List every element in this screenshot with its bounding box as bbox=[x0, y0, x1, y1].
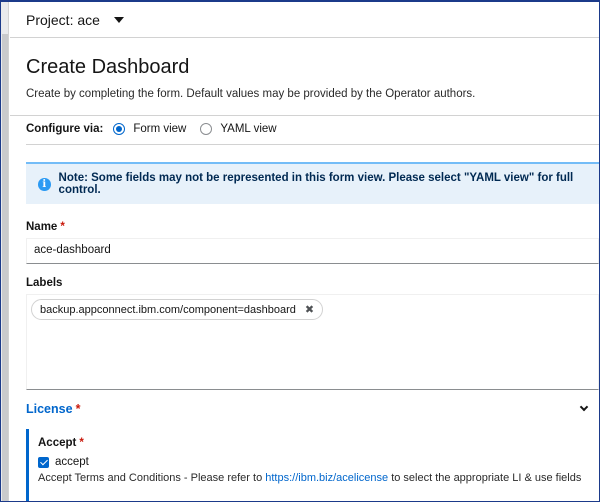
main-content: Project: ace Create Dashboard Create by … bbox=[10, 2, 599, 501]
info-icon: i bbox=[38, 177, 51, 191]
license-section: License * Accept * accept Accept Terms and… bbox=[26, 402, 599, 501]
configure-via-group: Configure via: Form view YAML view bbox=[26, 123, 291, 135]
alert-text: Note: Some fields may not be represented… bbox=[58, 172, 574, 196]
label-chip: backup.appconnect.ibm.com/component=dash… bbox=[31, 299, 324, 320]
license-toggle[interactable]: License * bbox=[26, 402, 599, 416]
license-title-text[interactable]: License bbox=[26, 402, 73, 416]
name-input[interactable]: ace-dashboard bbox=[26, 238, 599, 264]
required-mark: * bbox=[75, 402, 81, 416]
labels-field-label: Labels bbox=[26, 277, 63, 289]
name-field-label: Name * bbox=[26, 221, 65, 233]
radio-yaml-view[interactable]: YAML view bbox=[200, 123, 277, 135]
license-link[interactable]: https://ibm.biz/acelicense bbox=[265, 472, 388, 484]
divider bbox=[10, 115, 599, 116]
radio-yaml-view-label[interactable]: YAML view bbox=[220, 123, 276, 135]
license-helper-text: Accept Terms and Conditions - Please ref… bbox=[38, 472, 599, 484]
accept-label: Accept * bbox=[38, 437, 599, 449]
project-label: Project: ace bbox=[26, 11, 100, 28]
license-title[interactable]: License * bbox=[26, 402, 80, 416]
chevron-down-icon[interactable] bbox=[579, 402, 589, 412]
window-frame: Project: ace Create Dashboard Create by … bbox=[0, 0, 600, 502]
helper-prefix: Accept Terms and Conditions - Please ref… bbox=[38, 472, 266, 484]
license-body: Accept * accept Accept Terms and Conditio… bbox=[26, 429, 599, 501]
name-label-text: Name bbox=[26, 221, 58, 233]
caret-down-icon[interactable] bbox=[113, 16, 124, 23]
checkbox-checked-icon[interactable] bbox=[38, 456, 49, 468]
info-alert: i Note: Some fields may not be represent… bbox=[26, 162, 599, 204]
label-chip-text: backup.appconnect.ibm.com/component=dash… bbox=[40, 303, 296, 316]
configure-via-label: Configure via: bbox=[26, 123, 104, 135]
radio-unselected-icon[interactable] bbox=[200, 123, 213, 135]
page-title: Create Dashboard bbox=[26, 56, 190, 78]
accept-checkbox-label[interactable]: accept bbox=[55, 456, 89, 468]
accept-checkbox-row[interactable]: accept bbox=[38, 456, 599, 468]
close-icon[interactable]: ✖ bbox=[305, 303, 314, 316]
accept-label-text: Accept bbox=[38, 437, 77, 449]
divider bbox=[26, 144, 599, 145]
required-mark: * bbox=[79, 437, 84, 449]
page-description: Create by completing the form. Default v… bbox=[26, 88, 476, 100]
radio-form-view[interactable]: Form view bbox=[113, 123, 186, 135]
radio-selected-icon[interactable] bbox=[113, 123, 126, 135]
radio-form-view-label[interactable]: Form view bbox=[133, 123, 186, 135]
project-selector[interactable]: Project: ace bbox=[10, 2, 599, 38]
required-mark: * bbox=[60, 221, 65, 233]
page-header: Create Dashboard Create by completing th… bbox=[26, 56, 591, 100]
left-scrollbar[interactable] bbox=[1, 2, 9, 501]
labels-input[interactable]: backup.appconnect.ibm.com/component=dash… bbox=[26, 294, 599, 390]
helper-suffix: to select the appropriate LI & use field… bbox=[388, 472, 582, 484]
scrollbar-thumb[interactable] bbox=[2, 34, 8, 501]
